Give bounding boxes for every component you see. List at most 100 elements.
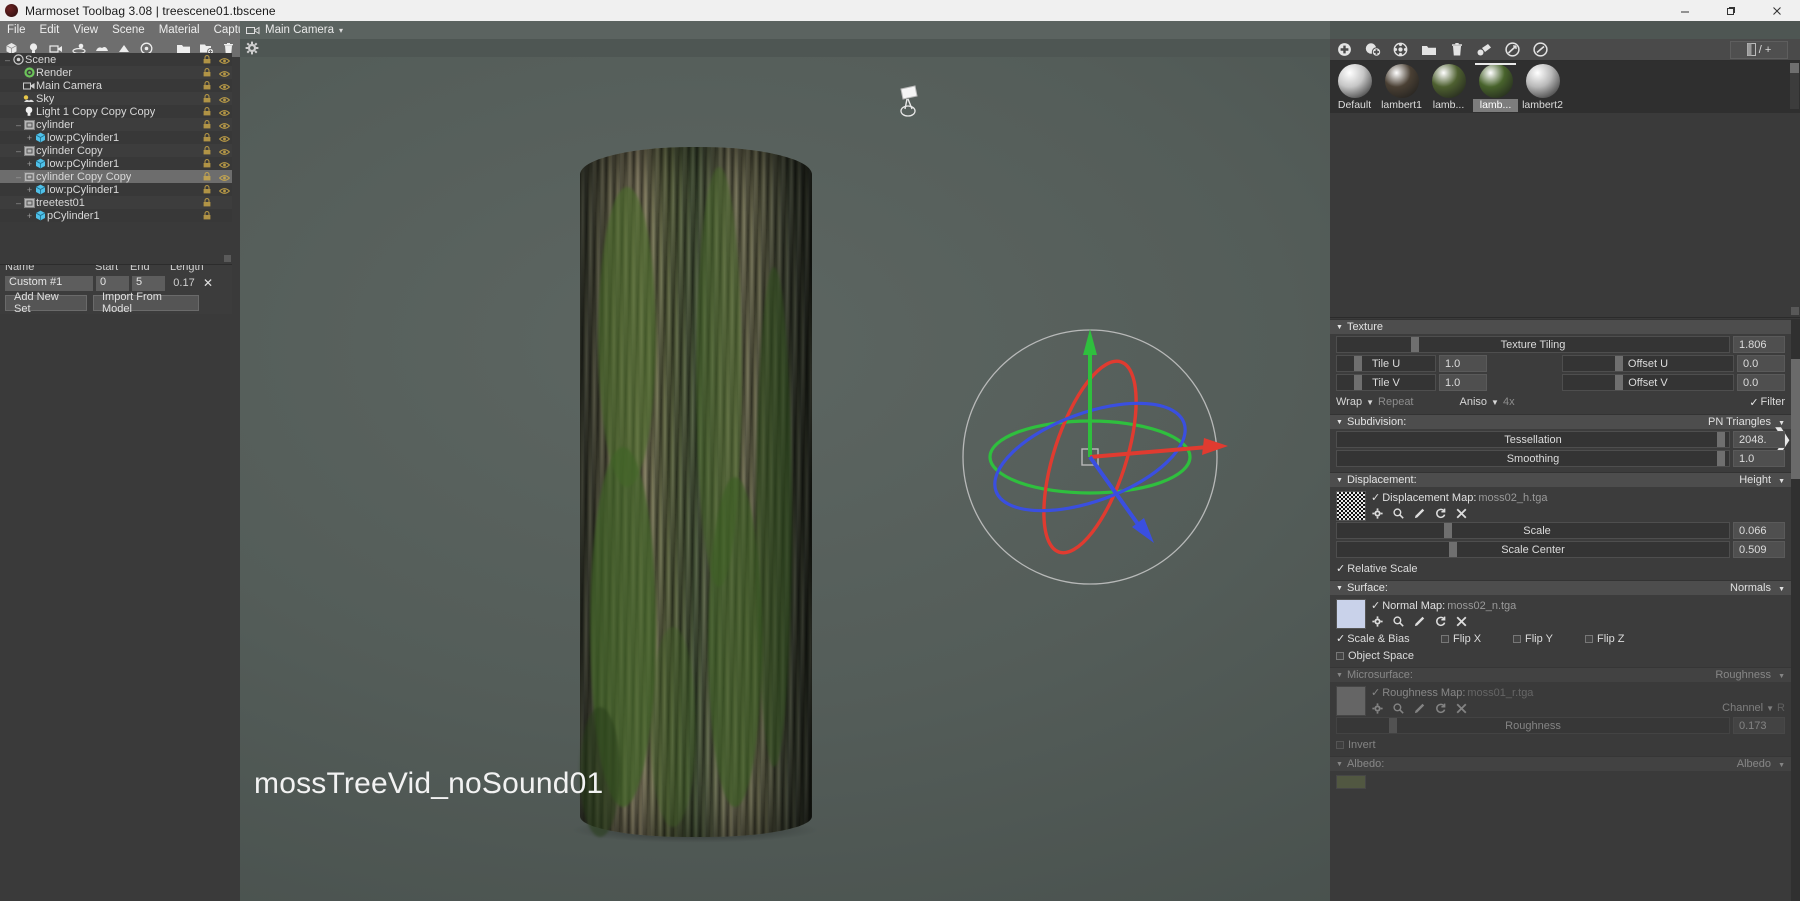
lock-icon[interactable] <box>203 172 211 181</box>
smoothing-value[interactable]: 1.0 <box>1733 450 1785 467</box>
scene-outliner[interactable]: – Scene Render Main Camera Sky Light 1 Copy C… <box>0 53 232 265</box>
outliner-row[interactable]: Sky <box>0 92 232 105</box>
menu-item-file[interactable]: File <box>0 21 33 39</box>
outliner-row[interactable]: – cylinder <box>0 118 232 131</box>
check-icon[interactable]: ✓ <box>1371 686 1380 699</box>
object-space-checkbox[interactable]: Object Space <box>1336 650 1414 662</box>
offset-u-slider[interactable]: Offset U 0.0 <box>1562 355 1785 372</box>
split-view-button[interactable]: / + <box>1730 40 1788 59</box>
displacement-section-header[interactable]: ▼ Displacement: Height ▼ <box>1330 472 1791 487</box>
area-light-icon[interactable] <box>895 85 927 119</box>
outliner-row[interactable]: Render <box>0 66 232 79</box>
lock-icon[interactable] <box>203 81 211 90</box>
lock-icon[interactable] <box>203 133 211 142</box>
tree-trunk-model[interactable] <box>580 147 812 837</box>
edit-icon[interactable] <box>1413 615 1425 627</box>
material-list-scrollthumb[interactable] <box>1790 63 1799 73</box>
slider-handle[interactable] <box>1449 542 1457 557</box>
check-icon[interactable]: ✓ <box>1371 491 1380 504</box>
set-start-input[interactable]: 0 <box>96 275 129 291</box>
visibility-icon[interactable] <box>218 186 231 194</box>
outliner-row[interactable]: + low:pCylinder1 <box>0 157 232 170</box>
normal-map-thumbnail[interactable] <box>1336 599 1366 629</box>
slider-handle[interactable] <box>1354 356 1362 371</box>
displacement-map-thumbnail[interactable] <box>1336 491 1366 521</box>
displacement-scale-value[interactable]: 0.066 <box>1733 522 1785 539</box>
search-icon[interactable] <box>1392 615 1404 627</box>
gear-icon[interactable] <box>1371 702 1383 714</box>
visibility-icon[interactable] <box>218 95 231 103</box>
microsurface-section-header[interactable]: ▼ Microsurface: Roughness ▼ <box>1330 667 1791 682</box>
transform-gizmo[interactable] <box>940 307 1240 607</box>
folder-icon[interactable] <box>1420 41 1437 58</box>
channel-dropdown[interactable]: Channel ▼ R <box>1722 702 1785 714</box>
material-thumbnail-list[interactable]: Default lambert1 lamb... lamb... lambert2 <box>1330 61 1800 113</box>
material-thumbnail[interactable]: Default <box>1332 63 1377 113</box>
tree-expander-icon[interactable]: + <box>25 185 34 195</box>
assign-material-icon[interactable] <box>1392 41 1409 58</box>
delete-set-button[interactable]: ✕ <box>203 276 213 290</box>
add-material-icon[interactable] <box>1336 41 1353 58</box>
texture-section-header[interactable]: ▼ Texture <box>1330 319 1791 334</box>
outliner-resize-handle[interactable] <box>224 255 231 262</box>
scale-center-value[interactable]: 0.509 <box>1733 541 1785 558</box>
displacement-mode-dropdown[interactable]: Height ▼ <box>1739 474 1785 486</box>
visibility-icon-hidden[interactable] <box>219 212 229 220</box>
flip-x-checkbox[interactable]: Flip X <box>1441 633 1513 645</box>
lock-icon[interactable] <box>203 94 211 103</box>
slider-handle[interactable] <box>1389 718 1397 733</box>
visibility-icon-hidden[interactable] <box>219 199 229 207</box>
material-thumbnail[interactable]: lambert1 <box>1379 63 1424 113</box>
visibility-icon[interactable] <box>218 69 231 77</box>
close-icon[interactable] <box>1455 615 1467 627</box>
scale-center-slider[interactable]: Scale Center 0.509 <box>1336 541 1785 558</box>
material-thumbnail[interactable]: lamb... <box>1426 63 1471 113</box>
gear-icon[interactable] <box>1371 507 1383 519</box>
close-icon[interactable] <box>1455 507 1467 519</box>
tree-expander-icon[interactable]: – <box>14 198 23 208</box>
duplicate-material-icon[interactable] <box>1364 41 1381 58</box>
preview-flat-icon[interactable] <box>1532 41 1549 58</box>
aniso-value[interactable]: 4x <box>1503 396 1515 408</box>
lock-icon[interactable] <box>203 211 211 220</box>
set-name-input[interactable]: Custom #1 <box>5 275 93 291</box>
add-new-set-button[interactable]: Add New Set <box>5 291 87 315</box>
outliner-row[interactable]: + pCylinder1 <box>0 209 232 222</box>
visibility-icon[interactable] <box>218 160 231 168</box>
roughness-slider[interactable]: Roughness 0.173 <box>1336 717 1785 734</box>
edit-icon[interactable] <box>1413 507 1425 519</box>
roughness-value[interactable]: 0.173 <box>1733 717 1785 734</box>
preview-sphere-icon[interactable] <box>1504 41 1521 58</box>
microsurface-mode-dropdown[interactable]: Roughness ▼ <box>1715 669 1785 681</box>
offset-v-value[interactable]: 0.0 <box>1737 374 1785 391</box>
slider-handle[interactable] <box>1615 375 1623 390</box>
tile-u-value[interactable]: 1.0 <box>1439 355 1487 372</box>
albedo-section-header[interactable]: ▼ Albedo: Albedo ▼ <box>1330 756 1791 771</box>
tree-expander-icon[interactable]: – <box>14 146 23 156</box>
lock-icon[interactable] <box>203 198 211 207</box>
tile-v-value[interactable]: 1.0 <box>1439 374 1487 391</box>
outliner-row[interactable]: + low:pCylinder1 <box>0 131 232 144</box>
displacement-map-row[interactable]: ✓ Displacement Map: moss02_h.tga <box>1371 491 1785 505</box>
search-icon[interactable] <box>1392 702 1404 714</box>
search-icon[interactable] <box>1392 507 1404 519</box>
minimize-button[interactable] <box>1662 0 1708 21</box>
flip-y-checkbox[interactable]: Flip Y <box>1513 633 1585 645</box>
slider-handle[interactable] <box>1444 523 1452 538</box>
texture-tiling-value[interactable]: 1.806 <box>1733 336 1785 353</box>
outliner-row[interactable]: Main Camera <box>0 79 232 92</box>
surface-section-header[interactable]: ▼ Surface: Normals ▼ <box>1330 580 1791 595</box>
reload-icon[interactable] <box>1434 702 1446 714</box>
roughness-map-thumbnail[interactable] <box>1336 686 1366 716</box>
material-thumbnail[interactable]: lambert2 <box>1520 63 1565 113</box>
tile-u-slider[interactable]: Tile U 1.0 <box>1336 355 1559 372</box>
slider-handle[interactable] <box>1354 375 1362 390</box>
camera-selector-bar[interactable]: Main Camera ▾ <box>240 21 1330 39</box>
texture-tiling-slider[interactable]: Texture Tiling 1.806 <box>1336 336 1785 353</box>
surface-mode-dropdown[interactable]: Normals ▼ <box>1730 582 1785 594</box>
relative-scale-checkbox[interactable]: ✓ Relative Scale <box>1336 562 1418 576</box>
tessellation-value[interactable]: 2048. <box>1733 431 1785 448</box>
slider-handle[interactable] <box>1717 432 1725 447</box>
slider-handle[interactable] <box>1411 337 1419 352</box>
paint-icon[interactable] <box>1476 41 1493 58</box>
